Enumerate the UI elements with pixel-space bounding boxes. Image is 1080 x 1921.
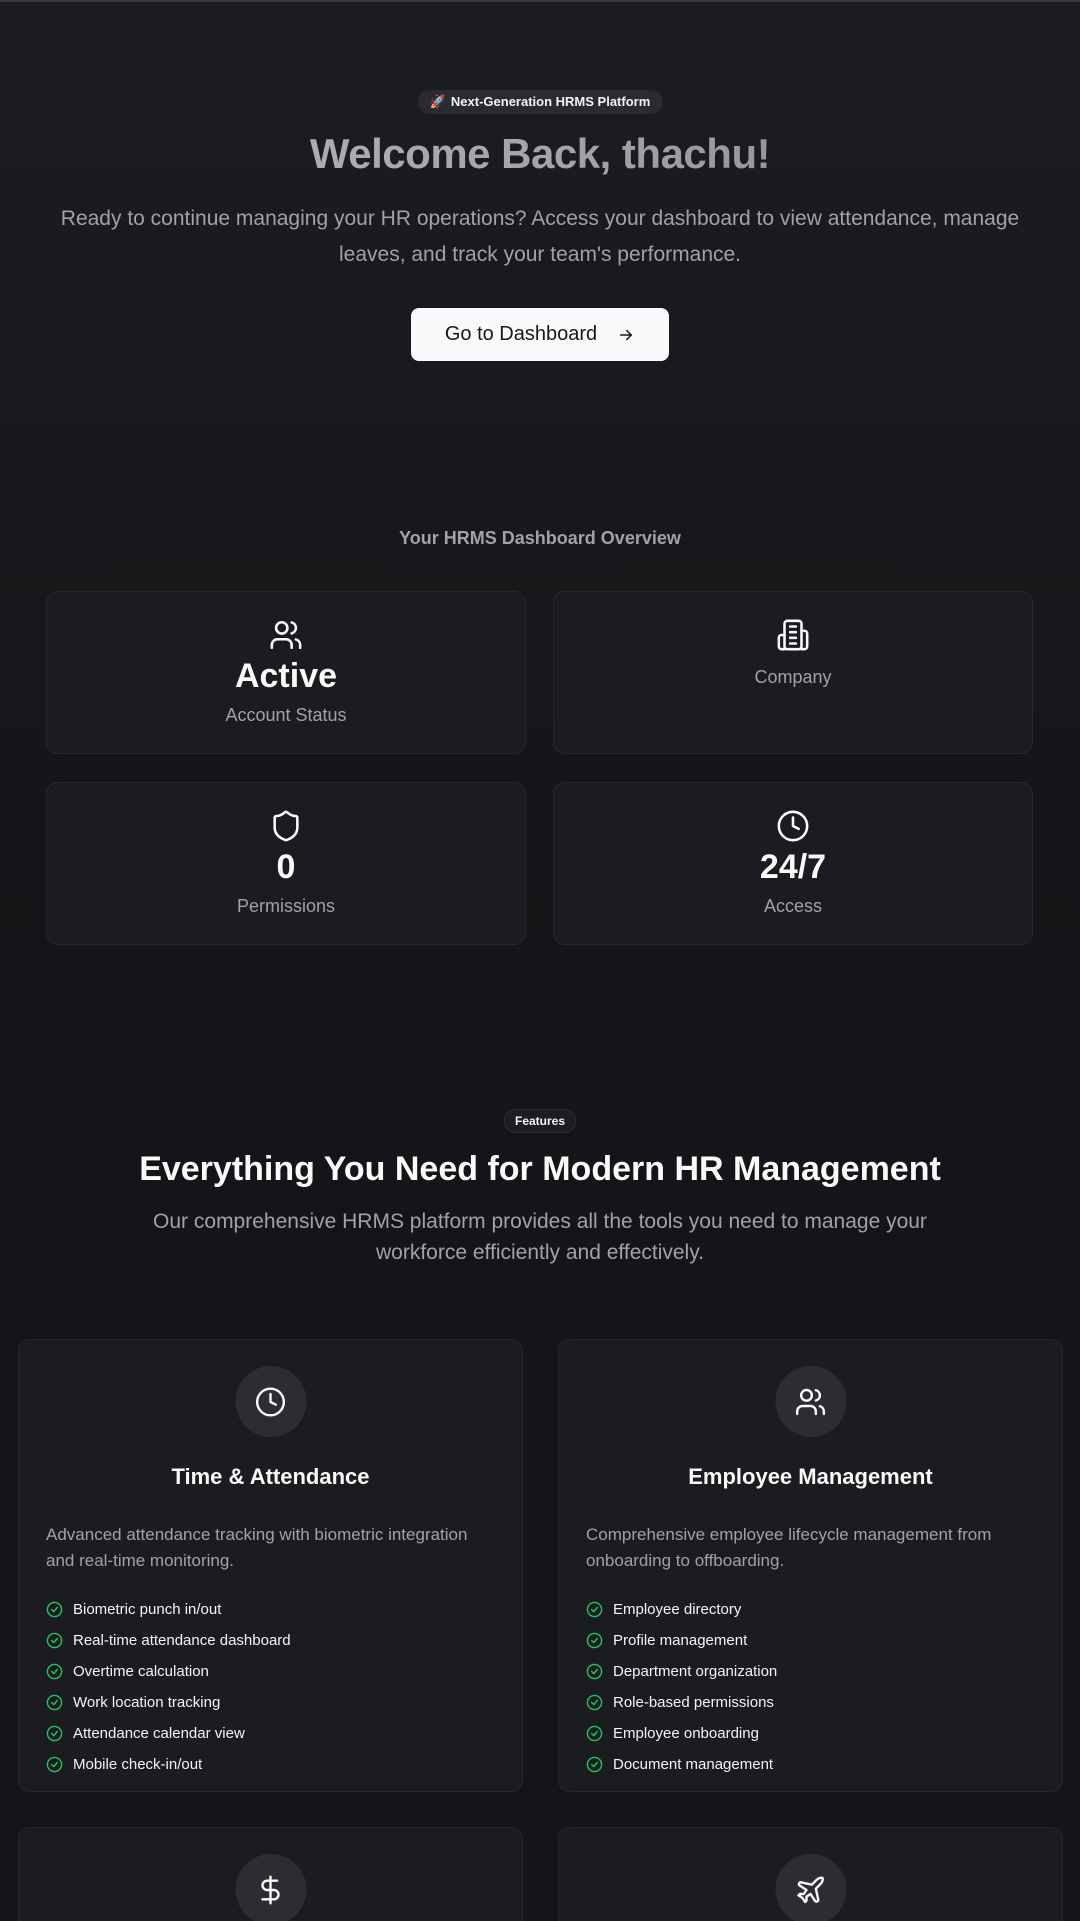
features-title: Everything You Need for Modern HR Manage…: [139, 1150, 941, 1188]
check-circle-icon: [586, 1725, 603, 1742]
feature-card-leave: [558, 1827, 1063, 1921]
clock-icon: [255, 1386, 286, 1417]
stat-label: Access: [763, 896, 823, 916]
check-circle-icon: [586, 1632, 603, 1649]
list-item: Role-based permissions: [586, 1687, 1035, 1718]
feature-list: Employee directory Profile management De…: [586, 1594, 1035, 1780]
arrow-right-icon: [620, 329, 633, 340]
stat-label: Permissions: [236, 896, 336, 916]
feature-description: Advanced attendance tracking with biomet…: [46, 1525, 468, 1570]
list-item-label: Document management: [613, 1756, 774, 1773]
clock-icon: [777, 810, 809, 842]
list-item-label: Role-based permissions: [613, 1694, 774, 1711]
hero-description: Ready to continue managing your HR opera…: [60, 207, 1020, 266]
go-to-dashboard-button[interactable]: Go to Dashboard: [411, 308, 669, 361]
list-item: Biometric punch in/out: [46, 1594, 495, 1625]
feature-card-payroll: [18, 1827, 523, 1921]
check-circle-icon: [586, 1756, 603, 1773]
stat-label: Account Status: [225, 705, 347, 725]
list-item-label: Overtime calculation: [73, 1663, 209, 1680]
list-item-label: Real-time attendance dashboard: [73, 1632, 291, 1649]
list-item: Department organization: [586, 1656, 1035, 1687]
list-item: Document management: [586, 1749, 1035, 1780]
check-circle-icon: [46, 1601, 63, 1618]
stat-label: Company: [754, 667, 832, 687]
stat-card-company: Company: [553, 591, 1033, 754]
check-circle-icon: [46, 1663, 63, 1680]
list-item: Mobile check-in/out: [46, 1749, 495, 1780]
hero-badge: 🚀 Next-Generation HRMS Platform: [417, 90, 663, 114]
check-circle-icon: [46, 1694, 63, 1711]
top-divider: [0, 0, 1080, 2]
check-circle-icon: [586, 1694, 603, 1711]
feature-description: Comprehensive employee lifecycle managem…: [586, 1525, 992, 1570]
stat-card-account-status: Active Account Status: [46, 591, 526, 754]
list-item-label: Attendance calendar view: [73, 1725, 245, 1742]
check-circle-icon: [46, 1632, 63, 1649]
list-item-label: Mobile check-in/out: [73, 1756, 203, 1773]
feature-card-time-attendance: Time & Attendance Advanced attendance tr…: [18, 1339, 523, 1792]
list-item: Real-time attendance dashboard: [46, 1625, 495, 1656]
list-item-label: Profile management: [613, 1632, 748, 1649]
list-item-label: Employee onboarding: [613, 1725, 759, 1742]
hero-title: Welcome Back, thachu!: [0, 128, 1080, 180]
feature-title: Employee Management: [688, 1464, 933, 1489]
users-icon: [795, 1388, 826, 1415]
feature-title: Time & Attendance: [171, 1464, 370, 1489]
shield-icon: [273, 810, 299, 842]
check-circle-icon: [46, 1725, 63, 1742]
list-item: Overtime calculation: [46, 1656, 495, 1687]
page: 🚀 Next-Generation HRMS Platform Welcome B…: [0, 0, 1080, 1921]
list-item-label: Biometric punch in/out: [73, 1601, 222, 1618]
list-item: Attendance calendar view: [46, 1718, 495, 1749]
users-icon: [270, 620, 302, 650]
hero-badge-text: Next-Generation HRMS Platform: [450, 94, 651, 109]
stat-card-permissions: 0 Permissions: [46, 782, 526, 945]
check-circle-icon: [46, 1756, 63, 1773]
list-item: Employee directory: [586, 1594, 1035, 1625]
overview-title: Your HRMS Dashboard Overview: [399, 528, 681, 548]
plane-icon: [797, 1876, 824, 1903]
feature-list: Biometric punch in/out Real-time attenda…: [46, 1594, 495, 1780]
feature-icon-badge: [775, 1854, 846, 1921]
features-description: Our comprehensive HRMS platform provides…: [153, 1210, 927, 1264]
list-item: Profile management: [586, 1625, 1035, 1656]
list-item: Work location tracking: [46, 1687, 495, 1718]
stat-value: Active: [234, 657, 338, 695]
rocket-icon: 🚀: [429, 94, 446, 109]
list-item-label: Employee directory: [613, 1601, 742, 1618]
list-item-label: Work location tracking: [73, 1694, 221, 1711]
stat-card-access: 24/7 Access: [553, 782, 1033, 945]
go-to-dashboard-label: Go to Dashboard: [444, 323, 598, 345]
stat-value: 0: [276, 848, 296, 886]
check-circle-icon: [586, 1663, 603, 1680]
feature-card-employee-management: Employee Management Comprehensive employ…: [558, 1339, 1063, 1792]
list-item: Employee onboarding: [586, 1718, 1035, 1749]
list-item-label: Department organization: [613, 1663, 778, 1680]
dollar-icon: [261, 1874, 280, 1905]
features-badge: Features: [503, 1109, 577, 1133]
building-icon: [777, 619, 809, 651]
check-circle-icon: [586, 1601, 603, 1618]
feature-icon-badge: [235, 1854, 306, 1921]
stat-value: 24/7: [759, 848, 827, 886]
feature-icon-badge: [235, 1366, 306, 1437]
feature-icon-badge: [775, 1366, 846, 1437]
